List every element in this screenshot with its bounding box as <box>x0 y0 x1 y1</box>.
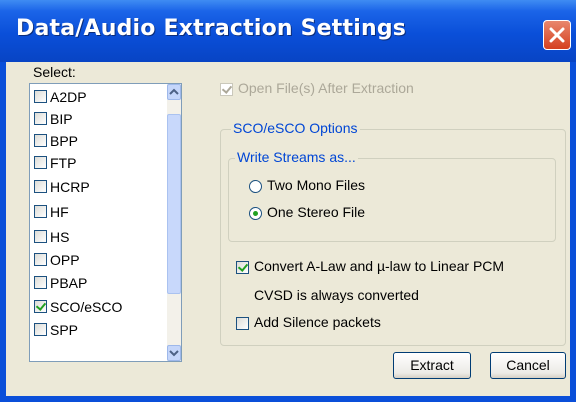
list-item-pbap[interactable]: PBAP <box>34 273 154 295</box>
convert-law-checkbox[interactable] <box>236 261 249 274</box>
title-bar[interactable]: Data/Audio Extraction Settings <box>0 0 576 62</box>
cancel-button[interactable]: Cancel <box>490 352 566 379</box>
list-item-spp[interactable]: SPP <box>34 320 154 342</box>
select-label: Select: <box>33 64 76 80</box>
two-mono-label: Two Mono Files <box>267 177 366 193</box>
profile-checkbox[interactable] <box>34 323 47 336</box>
profile-listbox[interactable]: A2DP BIP BPP FTP HCRP HF HS OPP PBAP SCO… <box>29 83 182 362</box>
profile-checkbox[interactable] <box>34 180 47 193</box>
one-stereo-label: One Stereo File <box>267 204 366 220</box>
list-item-label: HCRP <box>50 179 90 195</box>
profile-checkbox[interactable] <box>34 156 47 169</box>
scroll-up-button[interactable] <box>167 84 181 100</box>
close-icon <box>549 27 565 43</box>
add-silence-label: Add Silence packets <box>254 314 381 330</box>
list-item-bpp[interactable]: BPP <box>34 131 154 153</box>
list-item-label: FTP <box>50 155 77 171</box>
write-streams-group: Write Streams as... <box>228 149 556 242</box>
cvsd-note: CVSD is always converted <box>254 287 419 303</box>
list-item-label: SPP <box>50 322 79 338</box>
profile-checkbox[interactable] <box>34 276 47 289</box>
list-item-opp[interactable]: OPP <box>34 250 154 272</box>
list-item-hs[interactable]: HS <box>34 227 154 249</box>
window-border-bottom <box>0 396 576 402</box>
list-item-label: BIP <box>50 111 73 127</box>
one-stereo-radio[interactable] <box>249 207 262 220</box>
list-item-label: SCO/eSCO <box>50 299 123 315</box>
profile-checkbox[interactable] <box>34 112 47 125</box>
extract-button[interactable]: Extract <box>393 352 471 379</box>
scroll-down-arrow-icon <box>169 350 179 357</box>
list-item-label: OPP <box>50 252 80 268</box>
sco-options-legend: SCO/eSCO Options <box>231 120 360 136</box>
add-silence-checkbox[interactable] <box>236 317 249 330</box>
profile-checkbox[interactable] <box>34 90 47 103</box>
two-mono-radio[interactable] <box>249 180 262 193</box>
list-item-bip[interactable]: BIP <box>34 109 154 131</box>
list-item-hf[interactable]: HF <box>34 202 154 224</box>
list-item-label: HF <box>50 204 69 220</box>
open-files-label: Open File(s) After Extraction <box>238 80 414 96</box>
scrollbar-thumb[interactable] <box>167 114 181 294</box>
window-border-left <box>0 62 6 402</box>
window-border-right <box>570 62 576 402</box>
list-item-ftp[interactable]: FTP <box>34 153 154 175</box>
close-button[interactable] <box>543 20 571 50</box>
list-item-label: BPP <box>50 133 79 149</box>
dialog-window: Data/Audio Extraction Settings Select: A… <box>0 0 576 402</box>
vertical-scrollbar[interactable] <box>167 84 181 361</box>
list-item-label: A2DP <box>50 89 87 105</box>
list-item-hcrp[interactable]: HCRP <box>34 177 154 199</box>
profile-checkbox[interactable] <box>34 253 47 266</box>
profile-checkbox[interactable] <box>34 300 47 313</box>
window-title: Data/Audio Extraction Settings <box>16 16 407 41</box>
list-item-sco-esco[interactable]: SCO/eSCO <box>34 297 154 319</box>
list-item-a2dp[interactable]: A2DP <box>34 87 154 109</box>
profile-checkbox[interactable] <box>34 230 47 243</box>
scroll-up-arrow-icon <box>169 88 179 95</box>
write-streams-legend: Write Streams as... <box>235 149 358 165</box>
list-item-label: HS <box>50 229 70 245</box>
list-item-label: PBAP <box>50 275 88 291</box>
profile-checkbox[interactable] <box>34 205 47 218</box>
scroll-down-button[interactable] <box>167 345 181 361</box>
convert-law-label: Convert A-Law and µ-law to Linear PCM <box>254 258 505 274</box>
open-files-checkbox[interactable] <box>220 83 233 96</box>
profile-checkbox[interactable] <box>34 134 47 147</box>
